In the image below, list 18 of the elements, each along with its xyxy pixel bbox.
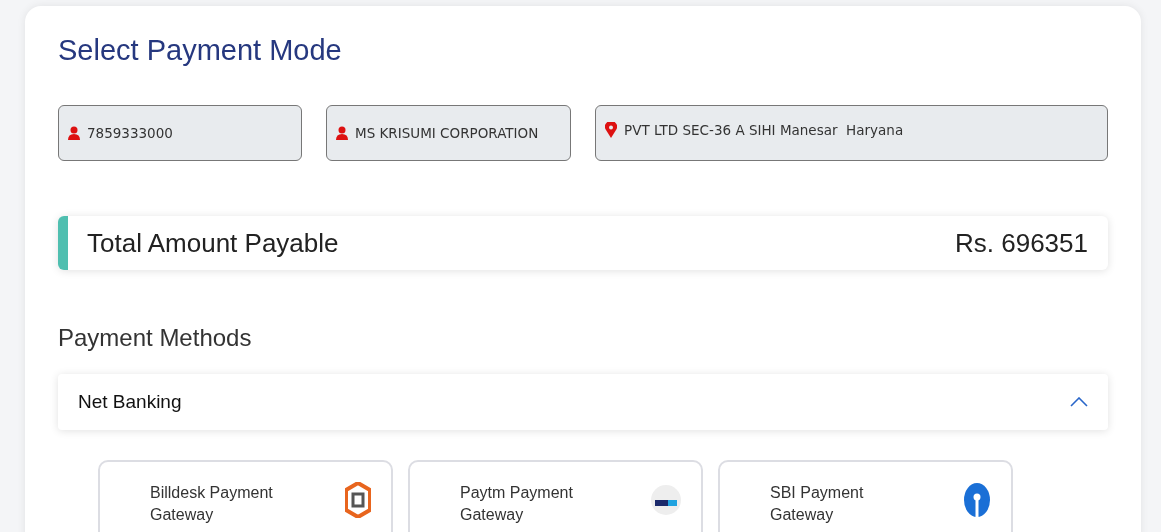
gateway-option[interactable]: SBI Payment Gateway: [718, 460, 1013, 532]
person-icon: [336, 126, 348, 140]
section-title: Payment Methods: [58, 324, 253, 352]
logo-icon: [651, 482, 681, 518]
total-label: Total Amount Payable: [87, 227, 339, 259]
accordion-header[interactable]: Net Banking: [58, 374, 1108, 430]
location-pin-icon: [605, 122, 617, 138]
input-field[interactable]: PVT LTD SEC-36 A SIHI Manesar Haryana: [595, 105, 1108, 161]
gateway-option[interactable]: Paytm Payment Gateway: [408, 460, 703, 532]
input-field[interactable]: MS KRISUMI CORPORATION: [326, 105, 571, 161]
page-title: Select Payment Mode: [58, 34, 343, 67]
input-field[interactable]: 7859333000: [58, 105, 302, 161]
accent-stripe: [58, 216, 68, 270]
hexagon-logo-icon: [345, 482, 371, 518]
person-icon: [68, 126, 80, 140]
total-amount: Rs. 696351: [955, 227, 1088, 259]
gateway-option[interactable]: Billdesk Payment Gateway: [98, 460, 393, 532]
keyhole-logo-icon: [963, 482, 991, 518]
